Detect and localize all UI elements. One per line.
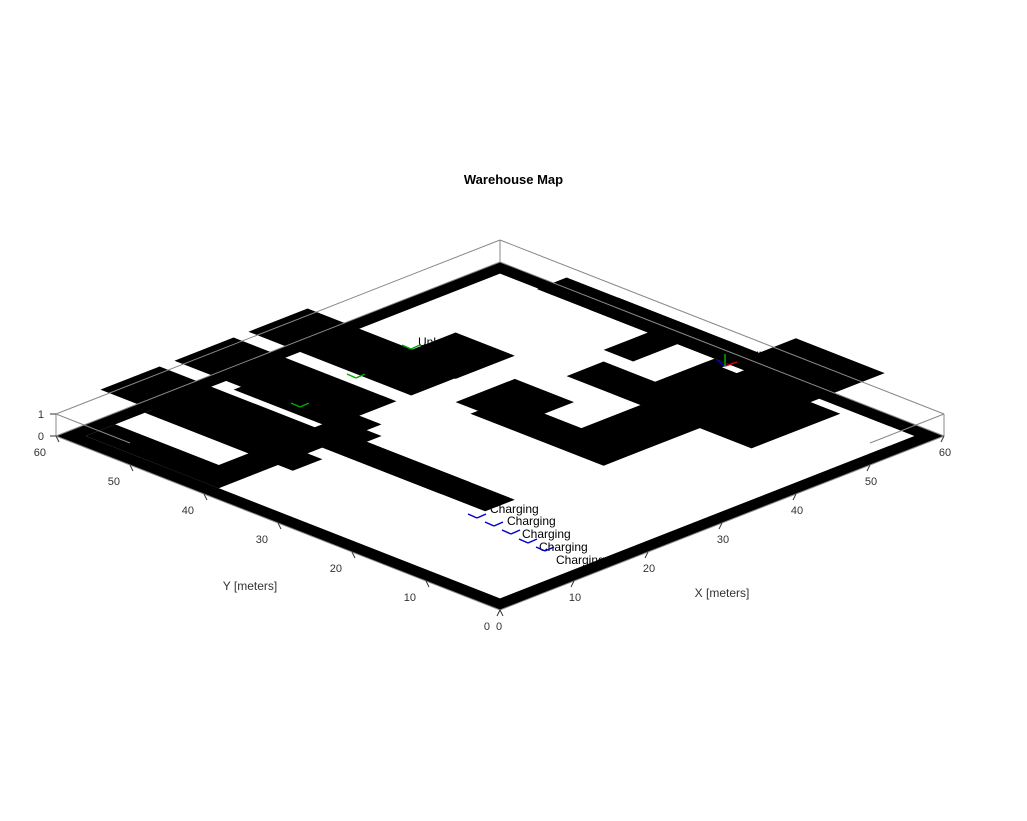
svg-text:0: 0 <box>496 621 502 633</box>
svg-text:Charging: Charging <box>539 540 588 554</box>
z-axis-ticks <box>50 414 56 436</box>
svg-text:40: 40 <box>791 505 803 517</box>
svg-text:30: 30 <box>717 534 729 546</box>
svg-text:0: 0 <box>484 621 490 633</box>
svg-text:60: 60 <box>34 447 46 459</box>
y-axis-label: Y [meters] <box>223 579 277 593</box>
svg-text:Unloading: Unloading <box>363 364 417 378</box>
z-axis-tick-labels: 0 1 <box>38 409 44 443</box>
figure: Warehouse Map <box>0 0 1027 821</box>
svg-text:Charging: Charging <box>507 514 556 528</box>
svg-text:30: 30 <box>256 534 268 546</box>
svg-text:50: 50 <box>108 476 120 488</box>
svg-text:60: 60 <box>939 447 951 459</box>
svg-text:20: 20 <box>330 563 342 575</box>
x-axis-label: X [meters] <box>695 586 750 600</box>
svg-text:20: 20 <box>643 563 655 575</box>
svg-text:Unloading: Unloading <box>418 335 472 349</box>
svg-text:10: 10 <box>404 592 416 604</box>
floor <box>56 262 944 610</box>
svg-text:Unloading: Unloading <box>307 393 361 407</box>
svg-text:1: 1 <box>38 409 44 421</box>
svg-text:0: 0 <box>38 431 44 443</box>
warehouse-3d-plot[interactable]: Loading Unloading Unloading Unloading Ch… <box>0 0 1027 821</box>
svg-text:Charging: Charging <box>556 553 605 567</box>
svg-text:50: 50 <box>865 476 877 488</box>
svg-text:10: 10 <box>569 592 581 604</box>
svg-text:Charging: Charging <box>522 527 571 541</box>
svg-text:40: 40 <box>182 505 194 517</box>
